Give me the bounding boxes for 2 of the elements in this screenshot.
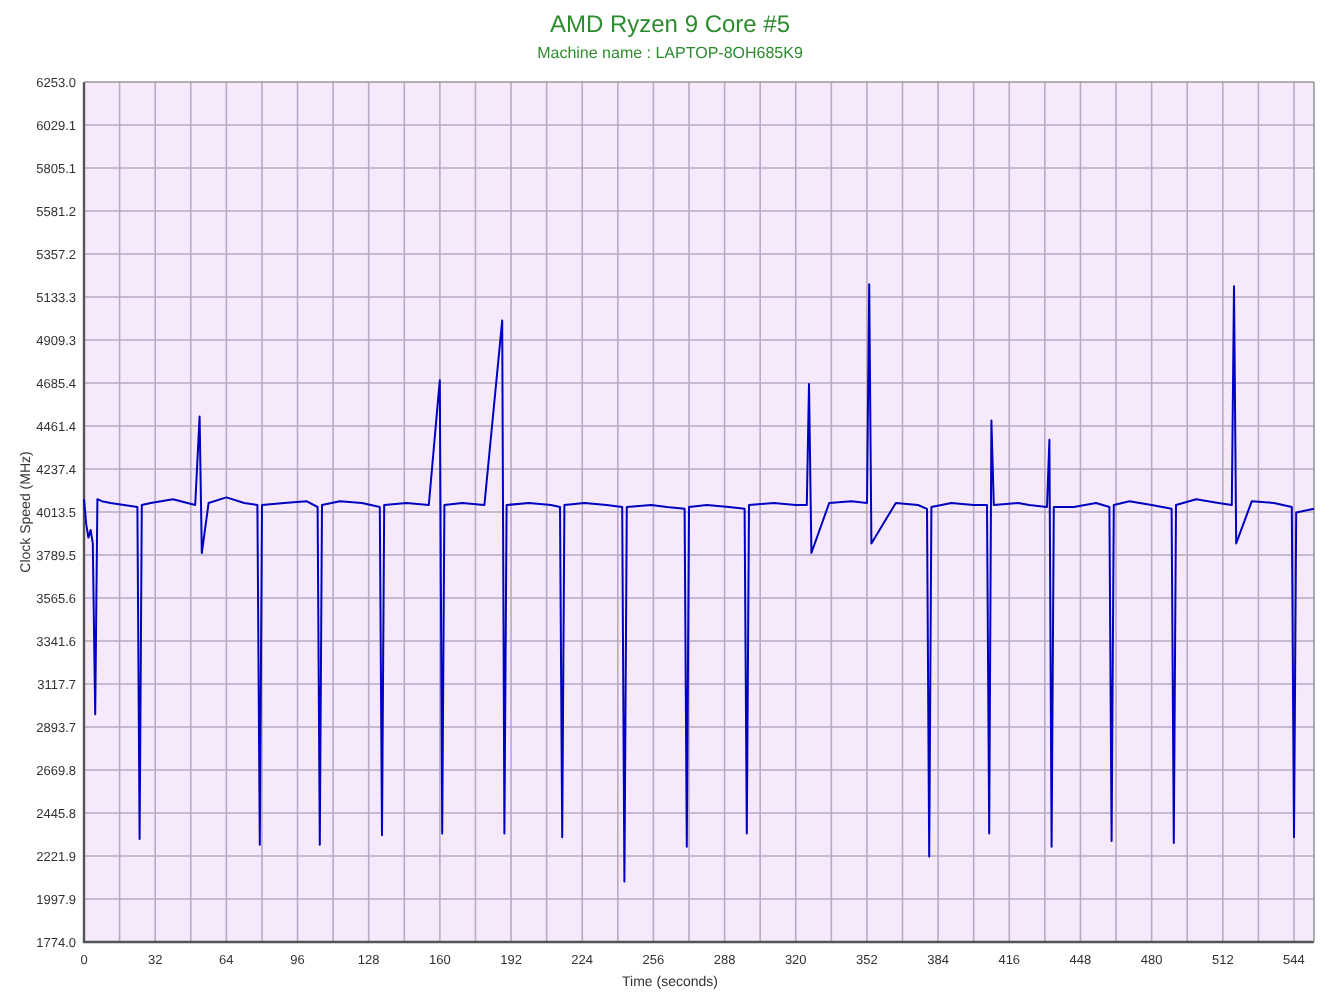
chart-title: AMD Ryzen 9 Core #5 (549, 10, 791, 38)
chart-subtitle: Machine name : LAPTOP-8OH685K9 (537, 44, 803, 62)
